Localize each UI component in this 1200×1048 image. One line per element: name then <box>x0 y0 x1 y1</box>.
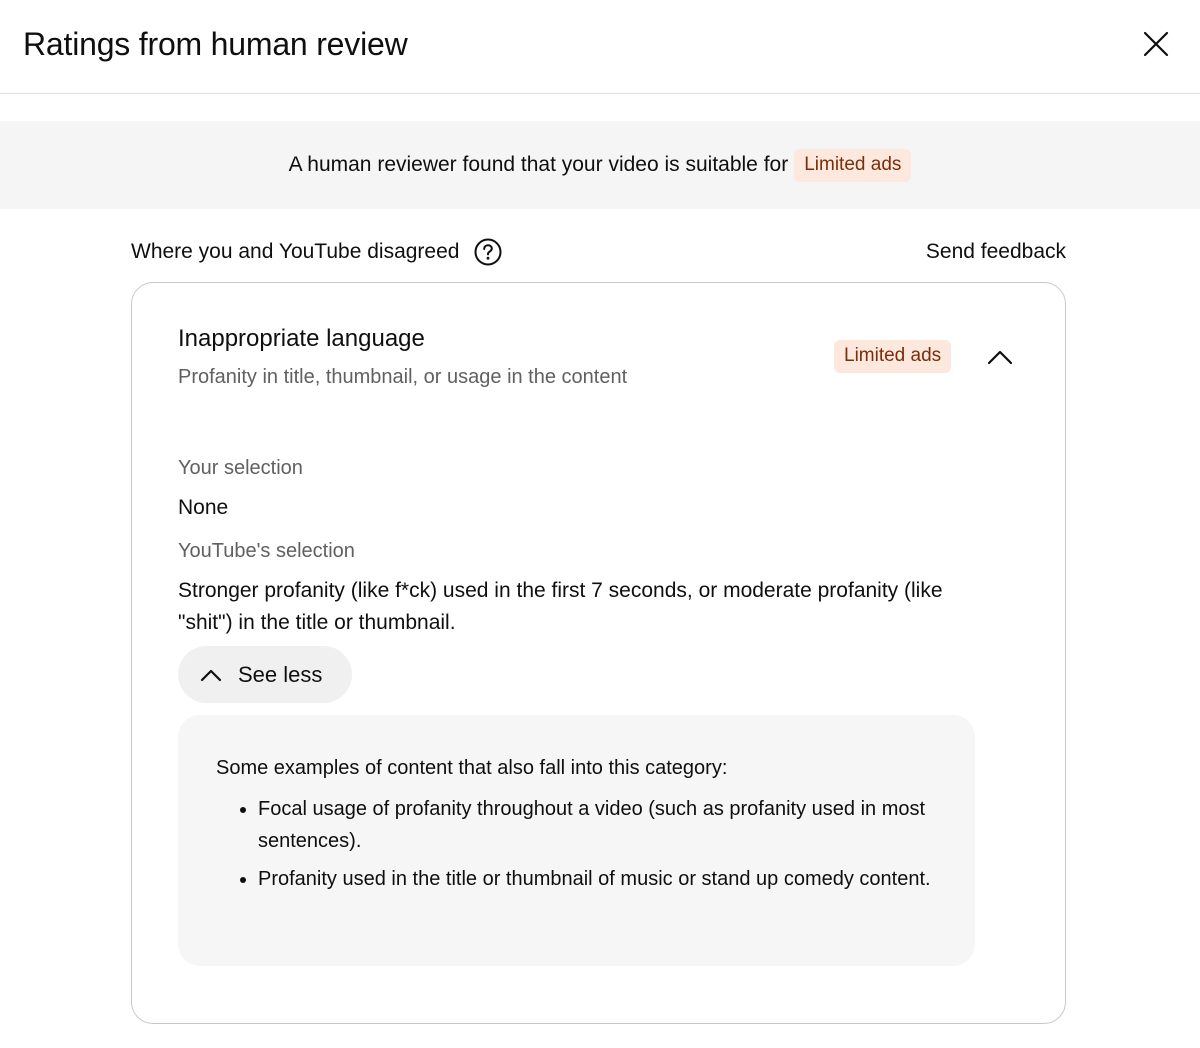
bullet-icon <box>240 877 246 883</box>
examples-heading-colon: : <box>721 757 728 779</box>
disagreement-card: Inappropriate language Profanity in titl… <box>131 282 1066 1024</box>
see-less-label: See less <box>238 661 323 687</box>
banner-status-badge: Limited ads <box>794 148 912 182</box>
example-text: Focal usage of profanity throughout a vi… <box>258 798 926 852</box>
youtube-selection-value: Stronger profanity (like f*ck) used in t… <box>178 579 943 634</box>
section-label: Where you and YouTube disagreed <box>131 240 460 263</box>
chevron-up-icon <box>200 669 222 681</box>
bullet-icon <box>240 807 246 813</box>
send-feedback-link[interactable]: Send feedback <box>926 240 1066 264</box>
help-circle-icon <box>474 238 502 266</box>
collapse-card-button[interactable] <box>982 339 1018 375</box>
banner-text: A human reviewer found that your video i… <box>288 153 789 176</box>
category-subtitle: Profanity in title, thumbnail, or usage … <box>178 366 628 388</box>
examples-heading: Some examples of content that also fall … <box>216 757 727 780</box>
youtube-selection-label: YouTube's selection <box>178 540 355 562</box>
examples-list: Focal usage of profanity throughout a vi… <box>216 793 936 901</box>
help-button[interactable] <box>473 237 503 267</box>
list-item: Profanity used in the title or thumbnail… <box>216 863 936 895</box>
your-selection-value: None <box>178 496 229 519</box>
example-text: Profanity used in the title or thumbnail… <box>258 868 931 890</box>
dialog-title: Ratings from human review <box>23 26 408 62</box>
chevron-up-icon <box>987 350 1013 365</box>
category-status-badge: Limited ads <box>834 340 952 373</box>
see-less-button[interactable]: See less <box>178 646 352 703</box>
close-button[interactable] <box>1134 22 1178 66</box>
dialog-header: Ratings from human review <box>0 0 1200 94</box>
your-selection-label: Your selection <box>178 457 303 479</box>
examples-heading-text: Some examples of content that also fall … <box>216 757 722 779</box>
close-icon <box>1143 31 1169 57</box>
category-title: Inappropriate language <box>178 325 425 352</box>
review-result-banner: A human reviewer found that your video i… <box>0 121 1200 209</box>
examples-panel: Some examples of content that also fall … <box>178 715 975 966</box>
list-item: Focal usage of profanity throughout a vi… <box>216 793 936 857</box>
disagreement-section-header: Where you and YouTube disagreed Send fee… <box>131 236 1066 268</box>
